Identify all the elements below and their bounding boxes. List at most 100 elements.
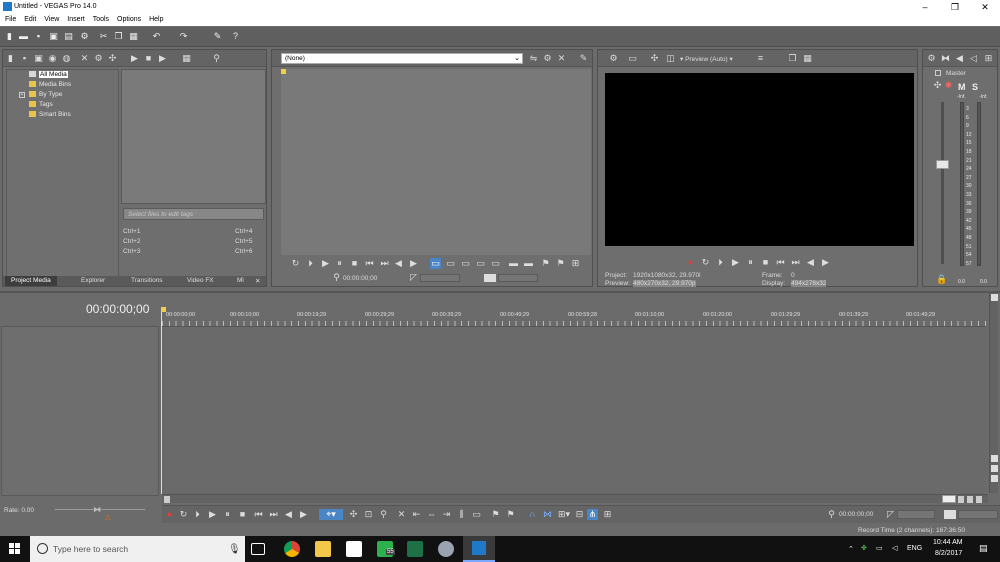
menu-tools[interactable]: Tools (88, 14, 109, 26)
remove-icon[interactable]: ✕ (79, 53, 90, 64)
insert-icon[interactable]: ▭ (460, 258, 471, 269)
tray-app-icon[interactable]: ✤ (861, 544, 867, 552)
next-frame-icon[interactable]: ▶ (298, 509, 309, 520)
wechat-icon[interactable]: 55 (377, 541, 395, 557)
split-screen-icon[interactable]: ✣ (649, 53, 660, 64)
render-icon[interactable]: ▤ (63, 31, 74, 42)
tree-item-all-media[interactable]: All Media (7, 70, 118, 80)
video-preview-screen[interactable] (605, 73, 914, 246)
tab-explorer[interactable]: Explorer (75, 276, 111, 286)
envelope-tool-icon[interactable]: ✣ (348, 509, 359, 520)
redo-icon[interactable]: ↷ (178, 31, 189, 42)
views-icon[interactable]: ▦ (181, 53, 192, 64)
scroll-up-icon[interactable] (991, 294, 998, 301)
overwrite-icon[interactable]: ▭ (475, 258, 486, 269)
media-properties-icon[interactable]: ✣ (107, 53, 118, 64)
pause-icon[interactable]: ⏸ (334, 258, 345, 269)
go-end-icon[interactable]: ⏭ (268, 509, 279, 520)
go-start-icon[interactable]: ⏮ (253, 509, 264, 520)
audio-icon[interactable]: ▬ (508, 258, 519, 269)
horizontal-scrollbar[interactable] (162, 494, 988, 503)
fit-icon[interactable]: ▭ (490, 258, 501, 269)
scroll-right-icon[interactable] (958, 496, 964, 503)
web-media-icon[interactable]: ◍ (61, 53, 72, 64)
import-media-icon[interactable]: ▮ (5, 53, 16, 64)
action-center-icon[interactable]: ▤ (979, 543, 988, 554)
normal-edit-tool-icon[interactable]: ⌖▾ (319, 509, 343, 520)
zoom-slider-icon[interactable] (484, 274, 496, 282)
trim-start-icon[interactable]: ⇤ (411, 509, 422, 520)
tree-item-media-bins[interactable]: Media Bins (7, 80, 118, 90)
mute-button[interactable]: M (958, 82, 966, 92)
trim-icon[interactable]: ⊞ (570, 258, 581, 269)
save-snapshot-icon[interactable]: ▦ (802, 53, 813, 64)
ripple-edit-icon[interactable]: ⊞▾ (558, 509, 570, 520)
zoom-out-icon[interactable] (991, 465, 998, 472)
selection-length-field[interactable] (897, 510, 935, 519)
snap-icon[interactable]: ▭ (430, 258, 441, 269)
timeline-ruler[interactable]: 00:00:00;00 00:00:10;00 00:00:19;29 00:0… (162, 311, 986, 327)
file-explorer-icon[interactable] (315, 541, 331, 557)
capture-icon[interactable]: ▪ (19, 53, 30, 64)
pause-icon[interactable]: ⏸ (745, 257, 756, 268)
trimmer-view[interactable] (281, 69, 591, 255)
stop-icon[interactable]: ■ (760, 257, 771, 268)
open-icon[interactable]: ▬ (18, 31, 29, 42)
media-fx-icon[interactable]: ⚙ (542, 53, 553, 64)
lock-event-icon[interactable]: ▭ (471, 509, 482, 520)
ignore-event-grouping-icon[interactable]: ⋔ (587, 509, 598, 520)
store-icon[interactable] (346, 541, 362, 557)
zoom-tool-icon[interactable]: ⚲ (378, 509, 389, 520)
clear-icon[interactable]: ✕ (556, 53, 567, 64)
auto-crossfade-icon[interactable]: ⋈ (542, 509, 553, 520)
rewind-icon[interactable]: ◀ (393, 258, 404, 269)
tree-item-smart-bins[interactable]: Smart Bins (7, 110, 118, 120)
copy-icon[interactable]: ❐ (113, 31, 124, 42)
track-list[interactable] (1, 326, 159, 496)
prev-frame-icon[interactable]: ◀ (805, 257, 816, 268)
tag-input[interactable]: Select files to edit tags (123, 208, 264, 220)
prev-frame-icon[interactable]: ⏮ (364, 258, 375, 269)
play-icon[interactable]: ▶ (129, 53, 140, 64)
tree-item-tags[interactable]: Tags (7, 100, 118, 110)
volume-icon[interactable]: ◁ (892, 544, 897, 552)
delete-icon[interactable]: ✕ (396, 509, 407, 520)
zoom-field[interactable] (498, 274, 538, 282)
zoom-in-icon[interactable] (991, 455, 998, 462)
cut-icon[interactable]: ✂ (98, 31, 109, 42)
menu-icon[interactable]: ≡ (755, 53, 766, 64)
tab-video-fx[interactable]: Video FX (181, 276, 220, 286)
next-frame-icon[interactable]: ▶ (820, 257, 831, 268)
save-icon[interactable]: ▪ (33, 31, 44, 42)
menu-edit[interactable]: Edit (19, 14, 36, 26)
mixer-menu-icon[interactable]: ⊞ (983, 53, 994, 64)
marker-add-icon[interactable]: ⚑ (555, 258, 566, 269)
zoom-field[interactable] (958, 510, 998, 519)
task-view-icon[interactable] (251, 543, 265, 555)
undo-icon[interactable]: ↶ (151, 31, 162, 42)
loop-icon[interactable]: ↻ (178, 509, 189, 520)
menu-help[interactable]: Help (144, 14, 163, 26)
prev-frame-icon[interactable]: ◀ (283, 509, 294, 520)
help-icon[interactable]: ? (230, 31, 241, 42)
preview-properties-icon[interactable]: ⚙ (608, 53, 619, 64)
tray-chevron-icon[interactable]: ⌃ (848, 545, 854, 553)
downmix-icon[interactable]: ⧓ (940, 53, 951, 64)
plugin-icon[interactable]: ✎ (212, 31, 223, 42)
play-icon[interactable]: ▶ (320, 258, 331, 269)
record-icon[interactable]: ● (164, 509, 175, 520)
play-from-start-icon[interactable]: ⏵ (305, 258, 316, 269)
play-from-start-icon[interactable]: ⏵ (715, 257, 726, 268)
go-start-icon[interactable]: ⏮ (775, 257, 786, 268)
stop-icon[interactable]: ■ (349, 258, 360, 269)
taskbar-search-box[interactable]: Type here to search 🎙 (30, 536, 245, 562)
properties-icon[interactable]: ⚙ (79, 31, 90, 42)
video-icon[interactable]: ▬ (523, 258, 534, 269)
timeline-tracks[interactable] (162, 328, 986, 494)
pan-icon[interactable]: ✣ (932, 80, 943, 91)
zoom-slider-icon[interactable] (944, 510, 956, 519)
insert-marker-icon[interactable]: ⚑ (490, 509, 501, 520)
pause-icon[interactable]: ⏸ (222, 509, 233, 520)
media-fx-icon[interactable]: ⚙ (93, 53, 104, 64)
get-photos-icon[interactable]: ◉ (47, 53, 58, 64)
